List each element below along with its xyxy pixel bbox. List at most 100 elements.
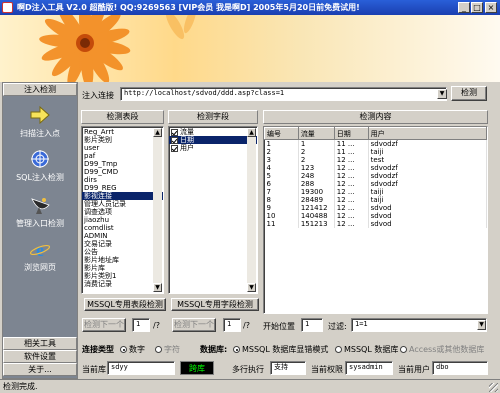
table-row[interactable]: 11 151213 12 ... sdvod (264, 220, 487, 228)
minimize-button[interactable]: _ (458, 2, 470, 13)
tables-list-items: Reg_Arrt 影片类别 user paf D99_Tmp D99_CMD dirs D99… (82, 127, 163, 288)
scroll-down-icon[interactable]: ▼ (153, 283, 162, 292)
fields-list[interactable]: 流量 日期 用户 ▲ ▼ (168, 126, 258, 294)
radio-label: MSSQL 数据库显错模式 (242, 345, 329, 354)
detect-button[interactable]: 检测 (451, 86, 487, 101)
app-icon (2, 2, 13, 13)
field-item[interactable]: 日期 (169, 136, 257, 144)
table-page-input[interactable]: 1 (132, 318, 150, 332)
content-table-container[interactable]: 编号 流量 日期 用户 1 1 11 ... sdvodzf 2 2 11 ... taiji 3 2 1… (263, 126, 488, 314)
table-cell: 123 (298, 164, 335, 172)
table-row[interactable]: 1 1 11 ... sdvodzf (264, 139, 487, 148)
resize-grip-icon[interactable] (489, 383, 498, 392)
field-page-input[interactable]: 1 (223, 318, 241, 332)
field-item[interactable]: 用户 (169, 144, 257, 152)
sidebar-tab-label: 注入检测 (24, 85, 56, 94)
table-cell: sdvodzf (368, 180, 487, 188)
tables-list[interactable]: Reg_Arrt 影片类别 user paf D99_Tmp D99_CMD dirs D99… (81, 126, 164, 294)
table-row[interactable]: 4 123 12 ... sdvodzf (264, 164, 487, 172)
field-item[interactable]: 流量 (169, 128, 257, 136)
table-row[interactable]: 7 19300 12 ... taiji (264, 188, 487, 196)
list-item[interactable]: user (82, 144, 163, 152)
title-bar[interactable]: 啊D注入工具 V2.0 超酷版! QQ:9269563 [VIP会员 我是啊D]… (0, 0, 500, 15)
conn-type-number-radio[interactable]: 数字 (120, 344, 145, 355)
fields-panel-header: 检测字段 (168, 110, 258, 124)
current-user-field[interactable]: dbo (432, 361, 488, 375)
scroll-up-icon[interactable]: ▲ (153, 128, 162, 137)
next-table-button[interactable]: 检测下一个 (82, 318, 126, 332)
checkbox-checked-icon[interactable] (171, 144, 178, 152)
db-mssql-radio[interactable]: MSSQL 数据库 (335, 344, 398, 355)
column-header[interactable]: 流量 (297, 127, 335, 140)
scroll-down-icon[interactable]: ▼ (247, 283, 256, 292)
sidebar-item-scan-injection[interactable]: 扫描注入点 (3, 105, 77, 139)
fields-scrollbar[interactable]: ▲ ▼ (247, 128, 256, 292)
start-position-input[interactable]: 1 (301, 318, 323, 332)
url-input[interactable]: http://localhost/sdvod/ddd.asp?class=1 (120, 87, 447, 101)
table-row[interactable]: 3 2 12 ... test (264, 156, 487, 164)
current-db-field[interactable]: sdyy (107, 361, 175, 375)
list-item[interactable]: Reg_Arrt (82, 128, 163, 136)
scroll-up-icon[interactable]: ▲ (247, 128, 256, 137)
sidebar-item-admin-entry[interactable]: 管理入口检测 (3, 195, 77, 229)
multi-line-field[interactable]: 支持 (270, 361, 306, 375)
db-mssql-error-radio[interactable]: MSSQL 数据库显错模式 (233, 344, 328, 355)
list-item[interactable]: 影片类别 (82, 136, 163, 144)
conn-type-string-radio[interactable]: 字符 (155, 344, 180, 355)
db-access-radio[interactable]: Access或其他数据库 (400, 344, 484, 355)
list-item[interactable]: 交易记录 (82, 240, 163, 248)
table-cell: 151213 (298, 220, 335, 228)
sidebar-item-sql-detect[interactable]: SQL注入检测 (3, 149, 77, 183)
app-window: 啊D注入工具 V2.0 超酷版! QQ:9269563 [VIP会员 我是啊D]… (0, 0, 500, 393)
mssql-table-detect-button[interactable]: MSSQL专用表段检测 (84, 298, 166, 311)
column-header[interactable]: 日期 (333, 127, 369, 140)
list-item[interactable]: 公告 (82, 248, 163, 256)
list-item[interactable]: 调查选项 (82, 208, 163, 216)
next-field-button[interactable]: 检测下一个 (172, 318, 216, 332)
table-cell: taiji (368, 188, 487, 196)
table-row[interactable]: 10 140488 12 ... sdvod (264, 212, 487, 220)
mssql-field-detect-button[interactable]: MSSQL专用字段检测 (171, 298, 259, 311)
table-row[interactable]: 9 121412 12 ... sdvod (264, 204, 487, 212)
list-item[interactable]: 消费记录 (82, 280, 163, 288)
list-item[interactable]: 管理人员记录 (82, 200, 163, 208)
content-table: 编号 流量 日期 用户 1 1 11 ... sdvodzf 2 2 11 ... taiji 3 2 1… (264, 127, 487, 228)
table-row[interactable]: 2 2 11 ... taiji (264, 148, 487, 156)
sidebar-item-browse-web[interactable]: e 浏览网页 (3, 239, 77, 273)
bypass-db-button[interactable]: 跨库 (180, 361, 214, 375)
current-user-label: 当前用户 (398, 365, 430, 374)
list-item[interactable]: 影片库 (82, 264, 163, 272)
list-item[interactable]: paf (82, 152, 163, 160)
list-item[interactable]: 影片地址库 (82, 256, 163, 264)
sidebar-tab-about[interactable]: 关于... (3, 363, 77, 376)
sidebar-tab-settings[interactable]: 软件设置 (3, 350, 77, 363)
list-item[interactable]: D99_CMD (82, 168, 163, 176)
column-header[interactable]: 用户 (367, 127, 487, 140)
list-item[interactable]: 影视连接 (82, 192, 163, 200)
list-item[interactable]: dirs (82, 176, 163, 184)
checkbox-checked-icon[interactable] (171, 128, 178, 136)
list-item[interactable]: 影片类别1 (82, 272, 163, 280)
list-item[interactable]: comdlist (82, 224, 163, 232)
checkbox-checked-icon[interactable] (171, 136, 178, 144)
sidebar-tab-tools[interactable]: 相关工具 (3, 337, 77, 350)
url-dropdown-button[interactable]: ▼ (437, 89, 447, 99)
sidebar-tab-label: 关于... (28, 365, 52, 374)
column-header[interactable]: 编号 (264, 127, 299, 140)
list-item[interactable]: D99_REG (82, 184, 163, 192)
table-row[interactable]: 8 28489 12 ... taiji (264, 196, 487, 204)
sidebar: 注入检测 扫描注入点 SQL注入检测 管理入口检测 e 浏览网页 相关工具 软件… (2, 82, 78, 379)
table-cell: 6 (264, 180, 299, 188)
list-item[interactable]: D99_Tmp (82, 160, 163, 168)
filter-input[interactable]: 1=1 (351, 318, 487, 332)
table-row[interactable]: 5 248 12 ... sdvodzf (264, 172, 487, 180)
maximize-button[interactable]: □ (471, 2, 483, 13)
table-row[interactable]: 6 288 12 ... sdvodzf (264, 180, 487, 188)
filter-dropdown-button[interactable]: ▼ (477, 320, 486, 330)
sidebar-tab-injection-detect[interactable]: 注入检测 (3, 83, 77, 96)
close-button[interactable]: × (485, 2, 497, 13)
list-item[interactable]: ADMIN (82, 232, 163, 240)
list-item[interactable]: jiaozhu (82, 216, 163, 224)
tables-scrollbar[interactable]: ▲ ▼ (153, 128, 162, 292)
permission-field[interactable]: sysadmin (345, 361, 393, 375)
